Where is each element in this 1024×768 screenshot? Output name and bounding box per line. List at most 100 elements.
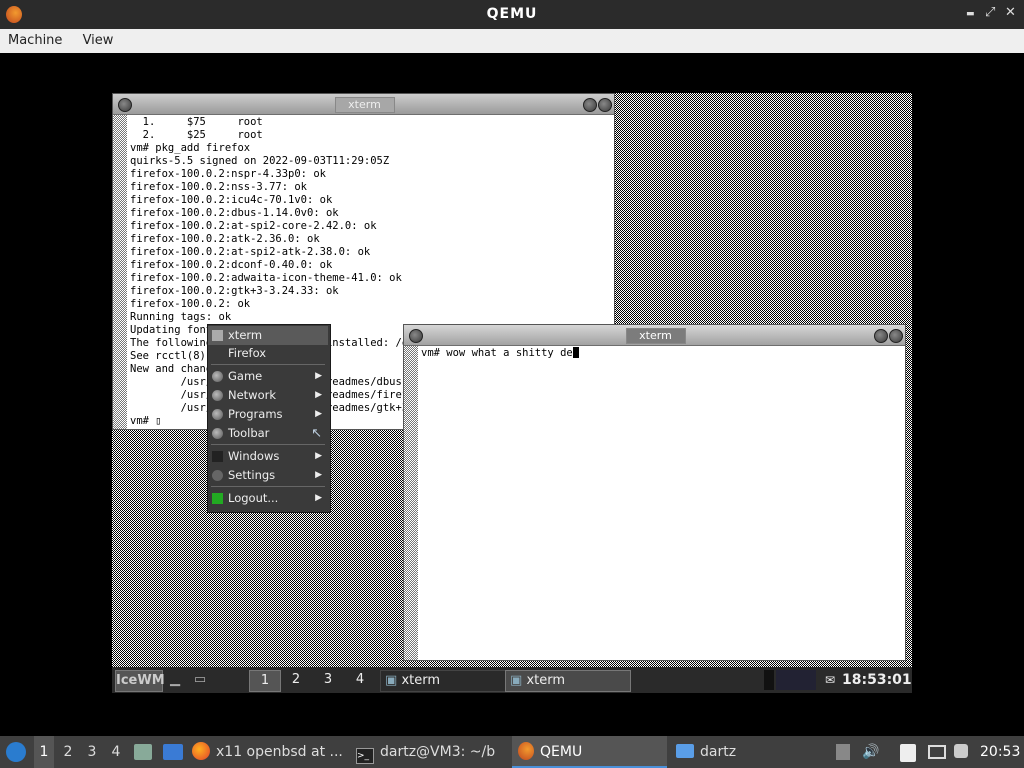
workspace-1[interactable]: 1: [34, 736, 54, 768]
window-menu-icon[interactable]: [409, 329, 423, 343]
qemu-menubar: Machine View: [0, 29, 1024, 53]
task-xterm-1[interactable]: ▣ xterm: [380, 670, 506, 692]
show-desktop-button[interactable]: ▁: [166, 670, 184, 690]
xterm-window-2[interactable]: xterm vm# wow what a shitty de: [403, 324, 906, 661]
menu-item-windows[interactable]: Windows ▶: [208, 447, 328, 466]
task-firefox[interactable]: x11 openbsd at ...: [192, 736, 347, 768]
terminal-line: firefox-100.0.2:nss-3.77: ok: [130, 181, 308, 193]
workspace-3[interactable]: 3: [82, 736, 102, 768]
terminal-line: firefox-100.0.2:at-spi2-core-2.42.0: ok: [130, 220, 377, 232]
file-manager-icon[interactable]: [134, 744, 152, 760]
xterm-titlebar-1[interactable]: xterm: [113, 94, 614, 115]
window-list-icon[interactable]: ▭: [190, 670, 210, 690]
window-title: xterm: [334, 97, 395, 113]
network-monitor: [776, 670, 816, 690]
window-title: QEMU: [486, 6, 538, 22]
host-taskbar: 1 2 3 4 x11 openbsd at ... >_ dartz@VM3: …: [0, 736, 1024, 768]
task-label: QEMU: [540, 744, 583, 760]
terminal-line: firefox-100.0.2:at-spi2-atk-2.38.0: ok: [130, 246, 371, 258]
folder-icon: [212, 371, 223, 382]
terminal-line: firefox-100.0.2:dbus-1.14.0v0: ok: [130, 207, 339, 219]
cpu-monitor: [764, 670, 774, 690]
terminal-icon: ▣: [385, 673, 398, 688]
terminal-line: 2. $25 root: [130, 129, 263, 141]
submenu-arrow-icon: ▶: [315, 470, 322, 480]
task-label: x11 openbsd at ...: [216, 744, 343, 760]
folder-icon: [212, 409, 223, 420]
clipboard-icon[interactable]: [900, 744, 916, 762]
xterm-titlebar-2[interactable]: xterm: [404, 325, 905, 346]
terminal-line: firefox-100.0.2:nspr-4.33p0: ok: [130, 168, 326, 180]
close-icon[interactable]: [889, 329, 903, 343]
minimize-icon[interactable]: [583, 98, 597, 112]
folder-icon: [212, 390, 223, 401]
close-icon[interactable]: [598, 98, 612, 112]
terminal-line: firefox-100.0.2:dconf-0.40.0: ok: [130, 259, 333, 271]
task-files[interactable]: dartz: [676, 736, 826, 768]
mail-icon[interactable]: ✉: [822, 670, 838, 690]
submenu-arrow-icon: ▶: [315, 409, 322, 419]
icewm-taskbar: IceWM ▁ ▭ 1 2 3 4 ▣ xterm ▣ xterm ✉ 18:5…: [112, 667, 912, 693]
workspace-4[interactable]: 4: [106, 736, 126, 768]
scrollbar[interactable]: [113, 115, 127, 429]
terminal-line: firefox-100.0.2:icu4c-70.1v0: ok: [130, 194, 333, 206]
notification-icon[interactable]: [954, 744, 968, 758]
logout-icon: [212, 493, 223, 504]
task-terminal[interactable]: >_ dartz@VM3: ~/b: [356, 736, 506, 768]
menu-item-xterm[interactable]: xterm: [208, 326, 328, 345]
workspace-1[interactable]: 1: [249, 670, 281, 692]
terminal-line: Running tags: ok: [130, 311, 232, 323]
submenu-arrow-icon: ▶: [315, 390, 322, 400]
desktop-icon[interactable]: [163, 744, 183, 760]
workspace-4[interactable]: 4: [345, 670, 375, 690]
menu-item-firefox[interactable]: Firefox: [208, 344, 328, 363]
workspace-3[interactable]: 3: [313, 670, 343, 690]
settings-icon: [212, 470, 223, 481]
folder-icon: [212, 428, 223, 439]
terminal-line: vm# pkg_add firefox: [130, 142, 251, 154]
workspace-2[interactable]: 2: [58, 736, 78, 768]
terminal-line: firefox-100.0.2: ok: [130, 298, 251, 310]
menu-item-settings[interactable]: Settings ▶: [208, 466, 328, 485]
terminal-icon: >_: [356, 748, 374, 764]
app-menu-icon[interactable]: [6, 742, 26, 762]
window-menu-icon[interactable]: [118, 98, 132, 112]
close-button[interactable]: ✕: [1005, 5, 1016, 20]
minimize-icon[interactable]: [874, 329, 888, 343]
menu-separator: [211, 444, 325, 445]
submenu-arrow-icon: ▶: [315, 493, 322, 503]
menu-item-game[interactable]: Game ▶: [208, 367, 328, 386]
minimize-button[interactable]: ▬: [966, 9, 975, 19]
terminal-line: 1. $75 root: [130, 116, 263, 128]
terminal-line: vm# wow what a shitty de: [421, 347, 573, 359]
network-icon[interactable]: [928, 745, 946, 759]
menu-item-programs[interactable]: Programs ▶: [208, 405, 328, 424]
menu-separator: [211, 486, 325, 487]
task-xterm-2[interactable]: ▣ xterm: [505, 670, 631, 692]
workspace-2[interactable]: 2: [281, 670, 311, 690]
menu-view[interactable]: View: [75, 29, 122, 52]
qemu-logo-icon: [518, 742, 534, 760]
terminal-line: quirks-5.5 signed on 2022-09-03T11:29:05…: [130, 155, 390, 167]
menu-machine[interactable]: Machine: [0, 29, 70, 52]
guest-clock[interactable]: 18:53:01: [842, 670, 912, 690]
menu-item-logout[interactable]: Logout... ▶: [208, 489, 328, 508]
task-label: xterm: [401, 673, 441, 688]
menu-separator: [211, 364, 325, 365]
icewm-start-button[interactable]: IceWM: [115, 670, 165, 692]
cursor: [572, 347, 579, 358]
menu-item-network[interactable]: Network ▶: [208, 386, 328, 405]
host-clock[interactable]: 20:53: [980, 736, 1020, 768]
mouse-cursor-icon: ↖: [311, 426, 322, 441]
terminal-output[interactable]: vm# wow what a shitty de: [421, 347, 901, 659]
terminal-icon: ▣: [510, 673, 523, 688]
menu-item-toolbar[interactable]: Toolbar ↖: [208, 424, 328, 443]
storage-icon[interactable]: [836, 744, 850, 760]
maximize-button[interactable]: ⤢: [985, 5, 995, 20]
scrollbar[interactable]: [404, 346, 418, 660]
volume-icon[interactable]: 🔊: [862, 736, 880, 768]
folder-icon: [676, 744, 694, 758]
task-label: xterm: [526, 673, 566, 688]
terminal-line: firefox-100.0.2:gtk+3-3.24.33: ok: [130, 285, 339, 297]
task-qemu[interactable]: QEMU: [512, 736, 667, 768]
